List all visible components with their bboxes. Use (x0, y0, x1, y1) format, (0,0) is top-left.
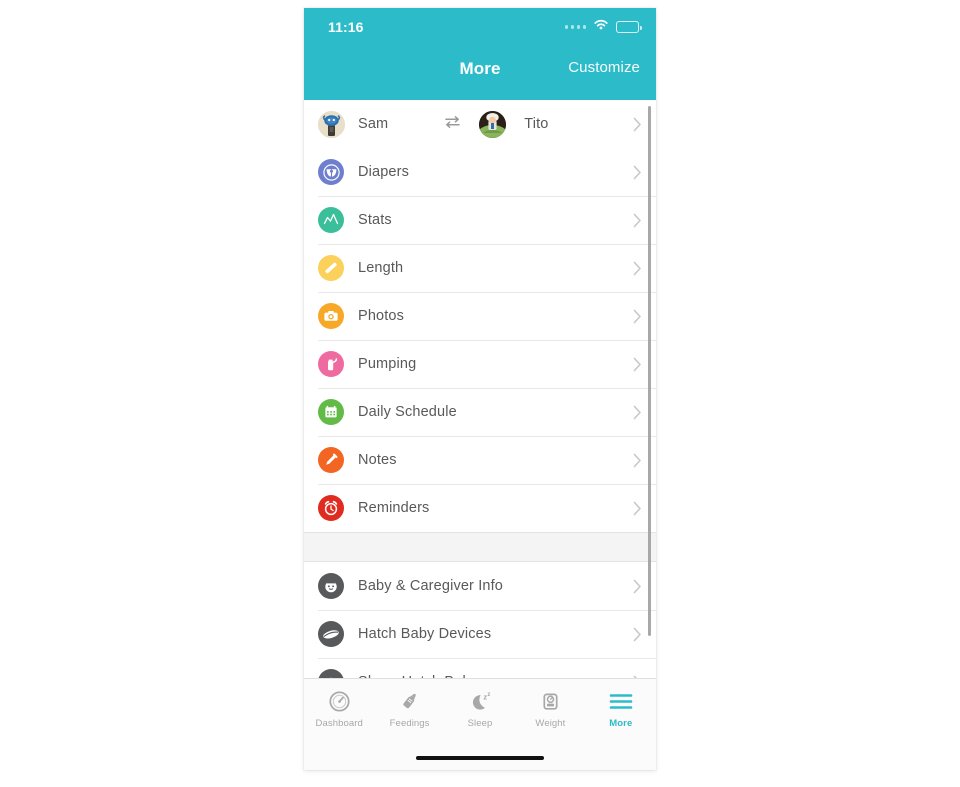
list-item-reminders[interactable]: Reminders (304, 484, 656, 532)
list-item-label: Notes (358, 452, 397, 468)
list-item-label: Hatch Baby Devices (358, 626, 492, 642)
pencil-icon (318, 447, 344, 473)
phone-frame: 11:16 More Customize Sam Tito Diapers St… (304, 8, 656, 770)
tab-bar: Dashboard Feedings z z Sleep Weight More (304, 678, 656, 746)
scale-icon (539, 688, 562, 714)
moon-zzz-icon: z z (468, 688, 493, 714)
status-time: 11:16 (328, 19, 364, 35)
chevron-right-icon (628, 405, 646, 420)
status-indicators (564, 18, 642, 36)
tab-label: Feedings (389, 718, 430, 729)
tab-sleep[interactable]: z z Sleep (445, 688, 515, 730)
home-indicator[interactable] (416, 755, 544, 761)
list-item-label: Daily Schedule (358, 404, 457, 420)
customize-button[interactable]: Customize (568, 59, 640, 76)
calendar-icon (318, 399, 344, 425)
section-separator (304, 532, 656, 562)
chevron-right-icon (628, 627, 646, 642)
profile-other-name: Tito (524, 116, 549, 132)
diaper-icon (318, 159, 344, 185)
avatar-sam (318, 110, 345, 138)
list-item-label: Length (358, 260, 404, 276)
swap-arrows-icon[interactable] (444, 115, 461, 134)
tab-feedings[interactable]: Feedings (374, 688, 444, 729)
list-item-pumping[interactable]: Pumping (304, 340, 656, 388)
list-item-label: Pumping (358, 356, 417, 372)
wifi-icon (593, 18, 609, 36)
list-item-hatch-baby-devices[interactable]: Hatch Baby Devices (304, 610, 656, 658)
status-bar: 11:16 (304, 8, 656, 46)
alarm-clock-icon (318, 495, 344, 521)
tab-more[interactable]: More (586, 688, 656, 729)
pump-bottle-icon (318, 351, 344, 377)
battery-icon (616, 21, 642, 33)
list-item-daily-schedule[interactable]: Daily Schedule (304, 388, 656, 436)
chevron-right-icon (628, 261, 646, 276)
chevron-right-icon (628, 117, 646, 132)
tab-label: More (609, 718, 633, 729)
stats-chart-icon (318, 207, 344, 233)
nav-bar: More Customize (304, 46, 656, 100)
profile-current-name: Sam (358, 116, 389, 132)
list-item-stats[interactable]: Stats (304, 196, 656, 244)
chevron-right-icon (628, 165, 646, 180)
list-item-photos[interactable]: Photos (304, 292, 656, 340)
chevron-right-icon (628, 357, 646, 372)
share-icon (318, 669, 344, 678)
more-list-scroll[interactable]: Sam Tito Diapers Stats Length Photos Pum… (304, 100, 656, 678)
svg-text:z: z (487, 692, 490, 698)
chevron-right-icon (628, 453, 646, 468)
list-item-baby-caregiver-info[interactable]: Baby & Caregiver Info (304, 562, 656, 610)
signal-dots-icon (564, 25, 586, 29)
tab-label: Weight (535, 718, 566, 729)
vertical-scrollbar[interactable] (648, 106, 651, 636)
screenshot-canvas: 11:16 More Customize Sam Tito Diapers St… (0, 0, 960, 787)
chevron-right-icon (628, 501, 646, 516)
list-item-label: Diapers (358, 164, 410, 180)
profile-switch-row[interactable]: Sam Tito (304, 100, 656, 148)
tracking-group: Diapers Stats Length Photos Pumping Dail… (304, 148, 656, 532)
home-indicator-area (304, 746, 656, 770)
list-item-share-hatch-baby[interactable]: Share Hatch Baby (304, 658, 656, 678)
camera-icon (318, 303, 344, 329)
hamburger-icon (609, 688, 633, 714)
list-item-label: Reminders (358, 500, 430, 516)
scale-device-icon (318, 621, 344, 647)
avatar-tito (479, 110, 507, 138)
chevron-right-icon (628, 579, 646, 594)
chevron-right-icon (628, 309, 646, 324)
chevron-right-icon (628, 213, 646, 228)
tab-label: Sleep (467, 718, 493, 729)
gauge-icon (328, 688, 351, 714)
list-item-length[interactable]: Length (304, 244, 656, 292)
list-item-notes[interactable]: Notes (304, 436, 656, 484)
settings-group: Baby & Caregiver Info Hatch Baby Devices (304, 562, 656, 678)
profile-group: Sam Tito (304, 100, 656, 148)
tab-label: Dashboard (315, 718, 363, 729)
tab-dashboard[interactable]: Dashboard (304, 688, 374, 729)
list-item-diapers[interactable]: Diapers (304, 148, 656, 196)
list-item-label: Baby & Caregiver Info (358, 578, 503, 594)
tab-weight[interactable]: Weight (515, 688, 585, 729)
baby-bottle-icon (398, 688, 421, 714)
ruler-icon (318, 255, 344, 281)
baby-face-icon (318, 573, 344, 599)
list-item-label: Stats (358, 212, 392, 228)
list-item-label: Photos (358, 308, 405, 324)
